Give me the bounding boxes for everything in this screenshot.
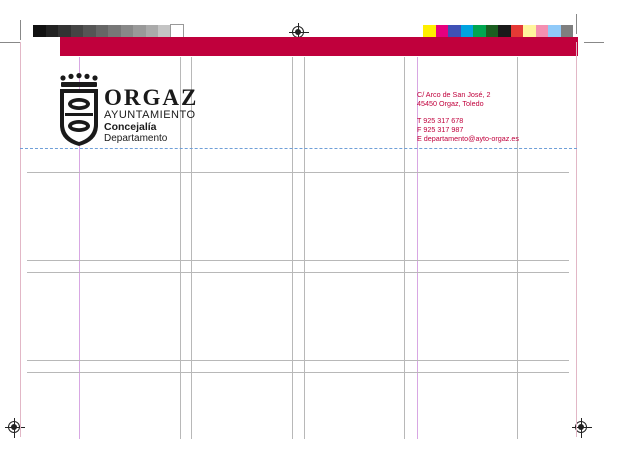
crop-mark bbox=[0, 42, 20, 43]
row-guide bbox=[27, 260, 569, 261]
gray-swatch-10 bbox=[145, 25, 158, 37]
registration-mark-icon bbox=[5, 418, 25, 438]
grayscale-color-bar bbox=[33, 24, 184, 38]
color-swatch-10 bbox=[535, 25, 548, 37]
gray-swatch-3 bbox=[58, 25, 71, 37]
fold-guide bbox=[20, 148, 577, 149]
gray-swatch-8 bbox=[120, 25, 133, 37]
color-swatch-3 bbox=[448, 25, 461, 37]
crop-mark bbox=[20, 20, 21, 40]
coat-of-arms-icon bbox=[60, 73, 98, 146]
row-guide bbox=[27, 360, 569, 361]
logo-concejalia: Concejalía bbox=[104, 121, 157, 133]
logo-name: ORGAZ bbox=[104, 85, 199, 110]
color-swatch-11 bbox=[548, 25, 561, 37]
color-swatch-8 bbox=[510, 25, 523, 37]
column-guide bbox=[404, 57, 405, 439]
address-line-2: 45450 Orgaz, Toledo bbox=[417, 98, 484, 108]
logo-departamento: Departamento bbox=[104, 133, 168, 144]
color-swatch-5 bbox=[473, 25, 486, 37]
crop-mark bbox=[584, 42, 604, 43]
logo-text: ORGAZ AYUNTAMIENTO Concejalía Departamen… bbox=[104, 86, 198, 145]
gray-swatch-6 bbox=[95, 25, 108, 37]
color-swatch-4 bbox=[460, 25, 473, 37]
trim-line bbox=[20, 42, 21, 437]
logo-ayuntamiento: AYUNTAMIENTO bbox=[104, 109, 196, 121]
gray-swatch-1 bbox=[33, 25, 46, 37]
gray-swatch-5 bbox=[83, 25, 96, 37]
column-guide bbox=[292, 57, 293, 439]
color-swatch-2 bbox=[435, 25, 448, 37]
row-guide bbox=[27, 172, 569, 173]
header-color-band bbox=[60, 37, 578, 56]
color-swatch-7 bbox=[498, 25, 511, 37]
crop-mark bbox=[576, 14, 577, 34]
trim-line bbox=[576, 42, 577, 437]
gray-swatch-2 bbox=[45, 25, 58, 37]
contact-block: C/ Arco de San José, 2 45450 Orgaz, Tole… bbox=[417, 90, 519, 144]
color-swatch-9 bbox=[523, 25, 536, 37]
gray-swatch-12 bbox=[169, 24, 184, 38]
color-swatch-12 bbox=[560, 25, 573, 37]
color-swatch-1 bbox=[423, 25, 436, 37]
gray-swatch-7 bbox=[108, 25, 121, 37]
gray-swatch-4 bbox=[70, 25, 83, 37]
color-swatch-6 bbox=[485, 25, 498, 37]
row-guide bbox=[27, 372, 569, 373]
row-guide bbox=[27, 272, 569, 273]
gray-swatch-11 bbox=[158, 25, 171, 37]
gray-swatch-9 bbox=[133, 25, 146, 37]
column-guide bbox=[304, 57, 305, 439]
process-color-bar bbox=[423, 25, 573, 37]
email-address: E departamento@ayto-orgaz.es bbox=[417, 133, 519, 143]
